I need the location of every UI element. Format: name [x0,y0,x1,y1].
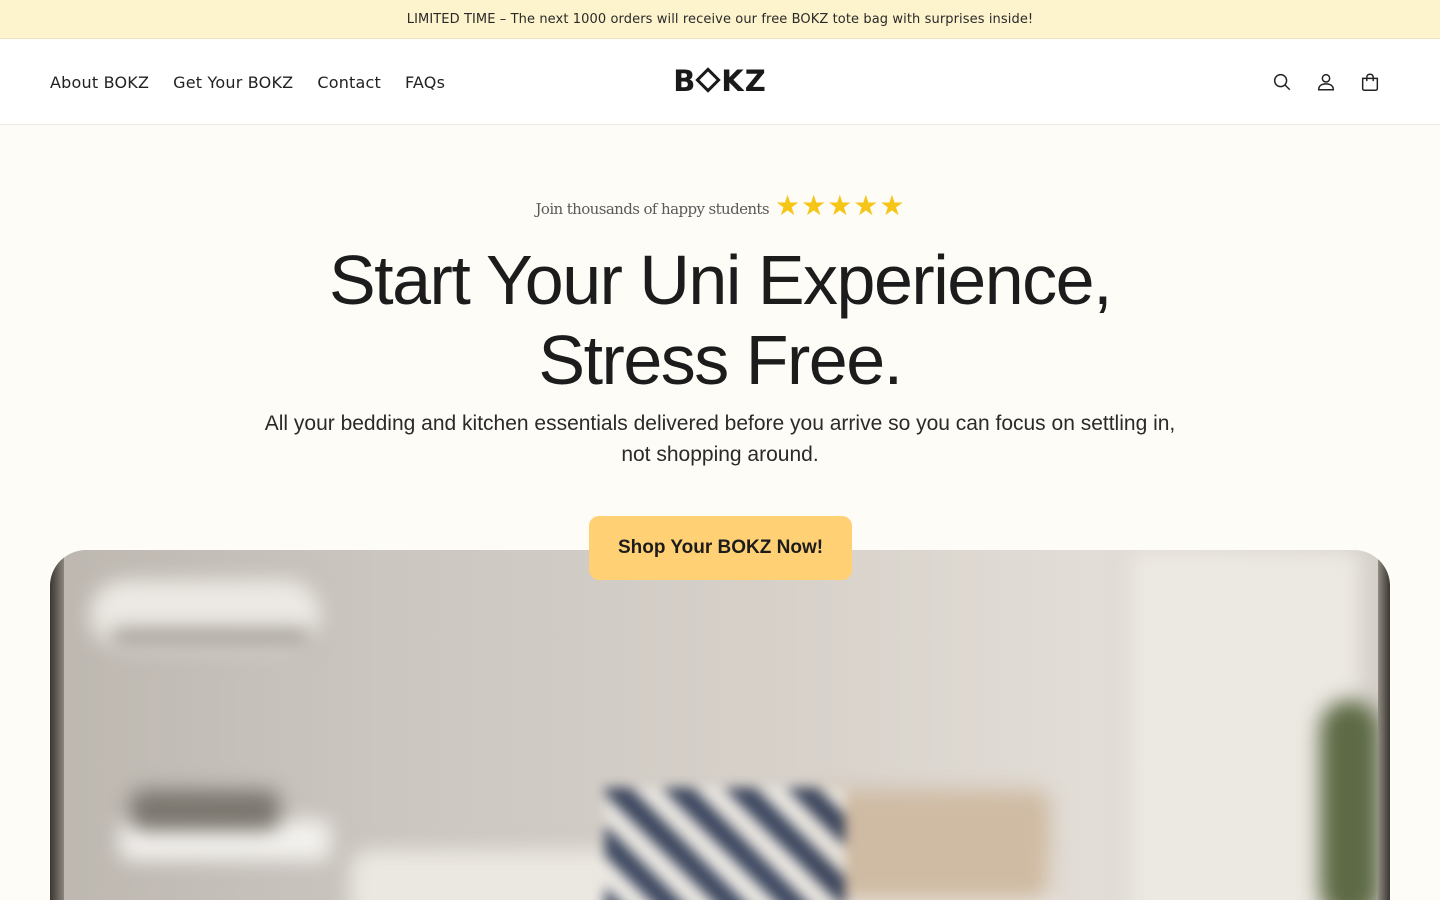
announcement-text: LIMITED TIME – The next 1000 orders will… [406,11,1034,27]
star-rating: ★ ★ ★ ★ ★ [775,192,905,220]
star-icon: ★ [801,189,827,222]
hero-title: Start Your Uni Experience, Stress Free. [0,240,1440,400]
hero-image-edge [1378,550,1390,900]
nav-item-contact[interactable]: Contact [317,73,381,92]
hero-image [50,550,1390,900]
header-icons [1262,62,1390,102]
site-header: About BOKZ Get Your BOKZ Contact FAQs BK… [0,39,1440,125]
logo-diamond [695,67,722,93]
shop-now-button[interactable]: Shop Your BOKZ Now! [589,516,852,580]
search-icon [1273,73,1291,91]
logo-letter-b: B [673,64,697,98]
shelf-items [130,790,280,830]
hero-title-line-1: Start Your Uni Experience, [328,241,1113,319]
account-button[interactable] [1306,62,1346,102]
nav-item-faqs[interactable]: FAQs [405,73,445,92]
star-icon: ★ [853,189,879,222]
search-button[interactable] [1262,62,1302,102]
rating-text: Join thousands of happy students [535,200,769,218]
nav-item-get-your-bokz[interactable]: Get Your BOKZ [173,73,293,92]
plant-shape [1320,700,1380,900]
account-icon [1317,73,1335,91]
headboard-shape [810,790,1050,900]
site-logo[interactable]: B KZ [673,63,767,99]
announcement-bar: LIMITED TIME – The next 1000 orders will… [0,0,1440,39]
logo-letters-kz: KZ [721,64,767,98]
hero-image-edge [50,550,64,900]
rating-row: Join thousands of happy students ★ ★ ★ ★… [0,188,1440,224]
hero-title-line-2: Stress Free. [538,321,903,399]
star-icon: ★ [774,189,801,222]
patterned-pillow [605,788,845,900]
nav-item-about[interactable]: About BOKZ [50,73,149,92]
star-icon: ★ [827,189,853,222]
main-nav: About BOKZ Get Your BOKZ Contact FAQs [50,39,445,125]
lamp-shadow [110,630,310,644]
cart-button[interactable] [1350,62,1390,102]
star-icon: ★ [879,189,905,222]
hero-subtitle: All your bedding and kitchen essentials … [264,412,1176,466]
cart-icon [1361,73,1379,91]
